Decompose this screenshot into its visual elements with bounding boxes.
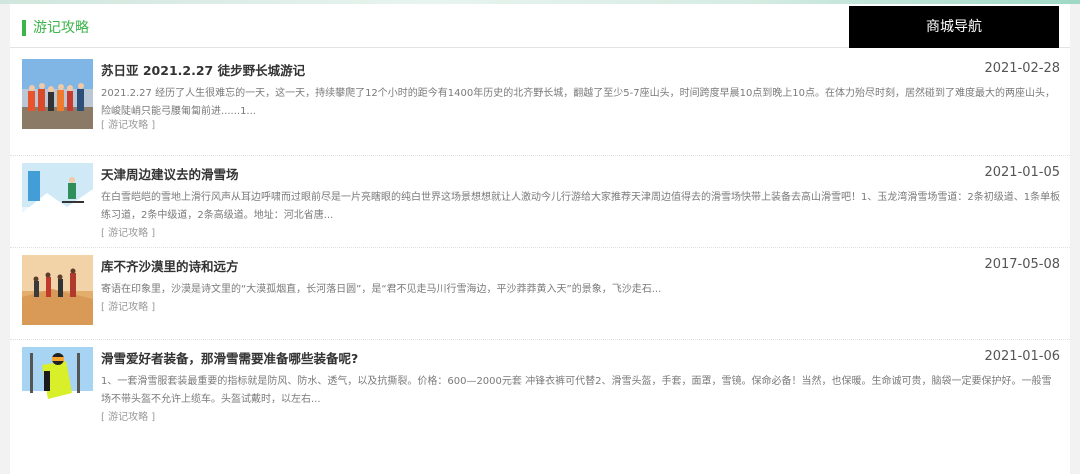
travel-guide-panel: 游记攻略 商城导航 苏日亚 2021.2.27 徒步野长城游记 2021-02-… — [10, 4, 1070, 474]
article-summary: 1、一套滑雪服套装最重要的指标就是防风、防水、透气，以及抗撕裂。价格：600—2… — [101, 376, 1052, 405]
skier-photo-icon — [22, 347, 93, 417]
article-thumbnail-desert[interactable] — [22, 255, 93, 325]
article-title[interactable]: 天津周边建议去的滑雪场 — [101, 164, 239, 183]
article-list: 苏日亚 2021.2.27 徒步野长城游记 2021-02-28 2021.2.… — [10, 52, 1070, 432]
article-date: 2021-01-06 — [984, 349, 1060, 364]
article-category-tag[interactable]: [ 游记攻略 ] — [101, 224, 155, 239]
mall-nav-button[interactable]: 商城导航 — [849, 6, 1059, 48]
ski-poster-icon — [22, 163, 93, 233]
section-accent-bar — [22, 20, 26, 36]
section-title: 游记攻略 — [33, 20, 89, 36]
article-summary: 在白雪皑皑的雪地上滑行风声从耳边呼啸而过眼前尽是一片亮瞎眼的纯白世界这场景想想就… — [101, 192, 1061, 221]
article-category-tag[interactable]: [ 游记攻略 ] — [101, 116, 155, 131]
list-item[interactable]: 天津周边建议去的滑雪场 2021-01-05 在白雪皑皑的雪地上滑行风声从耳边呼… — [10, 156, 1070, 248]
article-title[interactable]: 库不齐沙漠里的诗和远方 — [101, 256, 239, 275]
article-title[interactable]: 滑雪爱好者装备，那滑雪需要准备哪些装备呢? — [101, 348, 358, 367]
section-header: 游记攻略 商城导航 — [10, 4, 1070, 48]
article-title[interactable]: 苏日亚 2021.2.27 徒步野长城游记 — [101, 60, 305, 79]
article-thumbnail-ski-poster[interactable] — [22, 163, 93, 233]
article-summary: 2021.2.27 经历了人生很难忘的一天，这一天，持续攀爬了12个小时的距今有… — [101, 88, 1056, 117]
article-category-tag[interactable]: [ 游记攻略 ] — [101, 408, 155, 423]
article-thumbnail-hikers[interactable] — [22, 59, 93, 129]
list-item[interactable]: 滑雪爱好者装备，那滑雪需要准备哪些装备呢? 2021-01-06 1、一套滑雪服… — [10, 340, 1070, 432]
article-date: 2017-05-08 — [984, 257, 1060, 272]
article-summary: 寄语在印象里，沙漠是诗文里的“大漠孤烟直，长河落日圆”，是“君不见走马川行雪海边… — [101, 284, 662, 295]
desert-photo-icon — [22, 255, 93, 325]
article-date: 2021-01-05 — [984, 165, 1060, 180]
list-item[interactable]: 库不齐沙漠里的诗和远方 2017-05-08 寄语在印象里，沙漠是诗文里的“大漠… — [10, 248, 1070, 340]
article-date: 2021-02-28 — [984, 61, 1060, 76]
article-category-tag[interactable]: [ 游记攻略 ] — [101, 298, 155, 313]
hikers-photo-icon — [22, 59, 93, 129]
list-item[interactable]: 苏日亚 2021.2.27 徒步野长城游记 2021-02-28 2021.2.… — [10, 52, 1070, 156]
article-thumbnail-skier[interactable] — [22, 347, 93, 417]
